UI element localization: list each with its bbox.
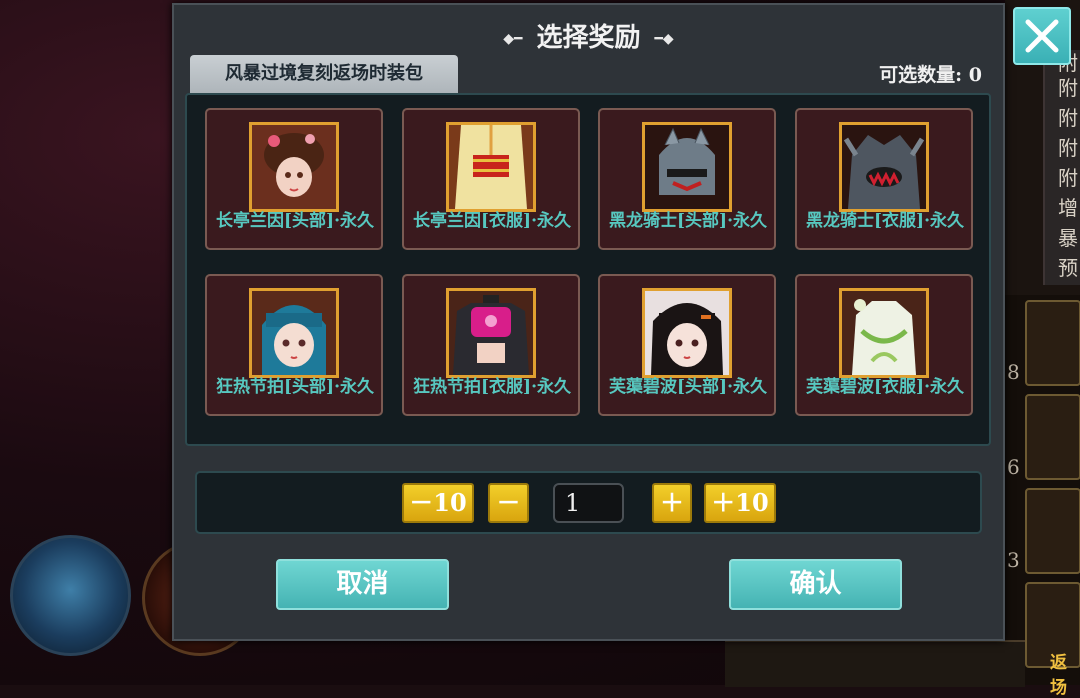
item-label: 黑龙骑士[头部]·永久 (608, 211, 767, 231)
item-label: 芙蕖碧波[头部]·永久 (608, 377, 767, 397)
reward-item[interactable]: 黑龙骑士[衣服]·永久 (795, 108, 973, 250)
slot-number: 6 (1007, 455, 1020, 479)
item-label: 芙蕖碧波[衣服]·永久 (805, 377, 964, 397)
inventory-slot (1025, 300, 1080, 386)
cancel-button[interactable]: 取消 (276, 559, 449, 610)
hair-ornament-head-icon (249, 122, 339, 212)
slot-number: 8 (1007, 360, 1020, 384)
side-attribute-char: 预 (1058, 256, 1078, 280)
minus-10-button[interactable]: －10 (402, 483, 474, 523)
dialog-title-text: 选择奖励 (536, 23, 641, 53)
side-attribute-char: 附 (1058, 166, 1078, 190)
bottom-right-label: 返场 (1050, 653, 1067, 698)
quantity-input[interactable]: 1 (553, 483, 624, 523)
item-label: 狂热节拍[衣服]·永久 (412, 377, 571, 397)
item-label: 狂热节拍[头部]·永久 (215, 377, 374, 397)
side-attribute-char: 增 (1058, 196, 1078, 220)
inventory-slot (1025, 488, 1080, 574)
close-icon (1025, 19, 1059, 53)
reward-item[interactable]: 狂热节拍[头部]·永久 (205, 274, 383, 416)
knight-helmet-icon (642, 122, 732, 212)
title-deco-left-icon: ◆━ (503, 31, 523, 47)
reward-item[interactable]: 黑龙骑士[头部]·永久 (598, 108, 776, 250)
plus-1-button[interactable]: ＋ (652, 483, 692, 523)
reward-item[interactable]: 芙蕖碧波[头部]·永久 (598, 274, 776, 416)
reward-item[interactable]: 长亭兰因[衣服]·永久 (402, 108, 580, 250)
inventory-slot (1025, 394, 1080, 480)
black-hair-head-icon (642, 288, 732, 378)
reward-item[interactable]: 狂热节拍[衣服]·永久 (402, 274, 580, 416)
side-attribute-char: 附 (1058, 136, 1078, 160)
close-button[interactable] (1013, 7, 1071, 65)
reward-item[interactable]: 芙蕖碧波[衣服]·永久 (795, 274, 973, 416)
plus-10-button[interactable]: ＋10 (704, 483, 776, 523)
blue-hair-head-icon (249, 288, 339, 378)
green-dress-clothes-icon (839, 288, 929, 378)
side-attribute-char: 暴 (1058, 226, 1078, 250)
item-label: 长亭兰因[头部]·永久 (215, 211, 374, 231)
dragon-armor-icon (839, 122, 929, 212)
item-label: 长亭兰因[衣服]·永久 (412, 211, 571, 231)
reward-item[interactable]: 长亭兰因[头部]·永久 (205, 108, 383, 250)
confirm-button[interactable]: 确认 (729, 559, 902, 610)
skill-button-left (10, 535, 131, 656)
side-attribute-char: 附 (1058, 76, 1078, 100)
pink-top-clothes-icon (446, 288, 536, 378)
side-attribute-char: 附 (1058, 106, 1078, 130)
minus-1-button[interactable]: － (488, 483, 529, 523)
title-deco-right-icon: ━◆ (654, 31, 674, 47)
selectable-count: 可选数量: 0 (879, 64, 982, 86)
dialog-title: ◆━ 选择奖励 ━◆ (174, 17, 1003, 54)
bottom-item-strip (725, 640, 1025, 687)
tab-reward-pack[interactable]: 风暴过境复刻返场时装包 (190, 55, 458, 93)
item-label: 黑龙骑士[衣服]·永久 (805, 211, 964, 231)
robe-clothes-icon (446, 122, 536, 212)
slot-number: 3 (1007, 548, 1020, 572)
